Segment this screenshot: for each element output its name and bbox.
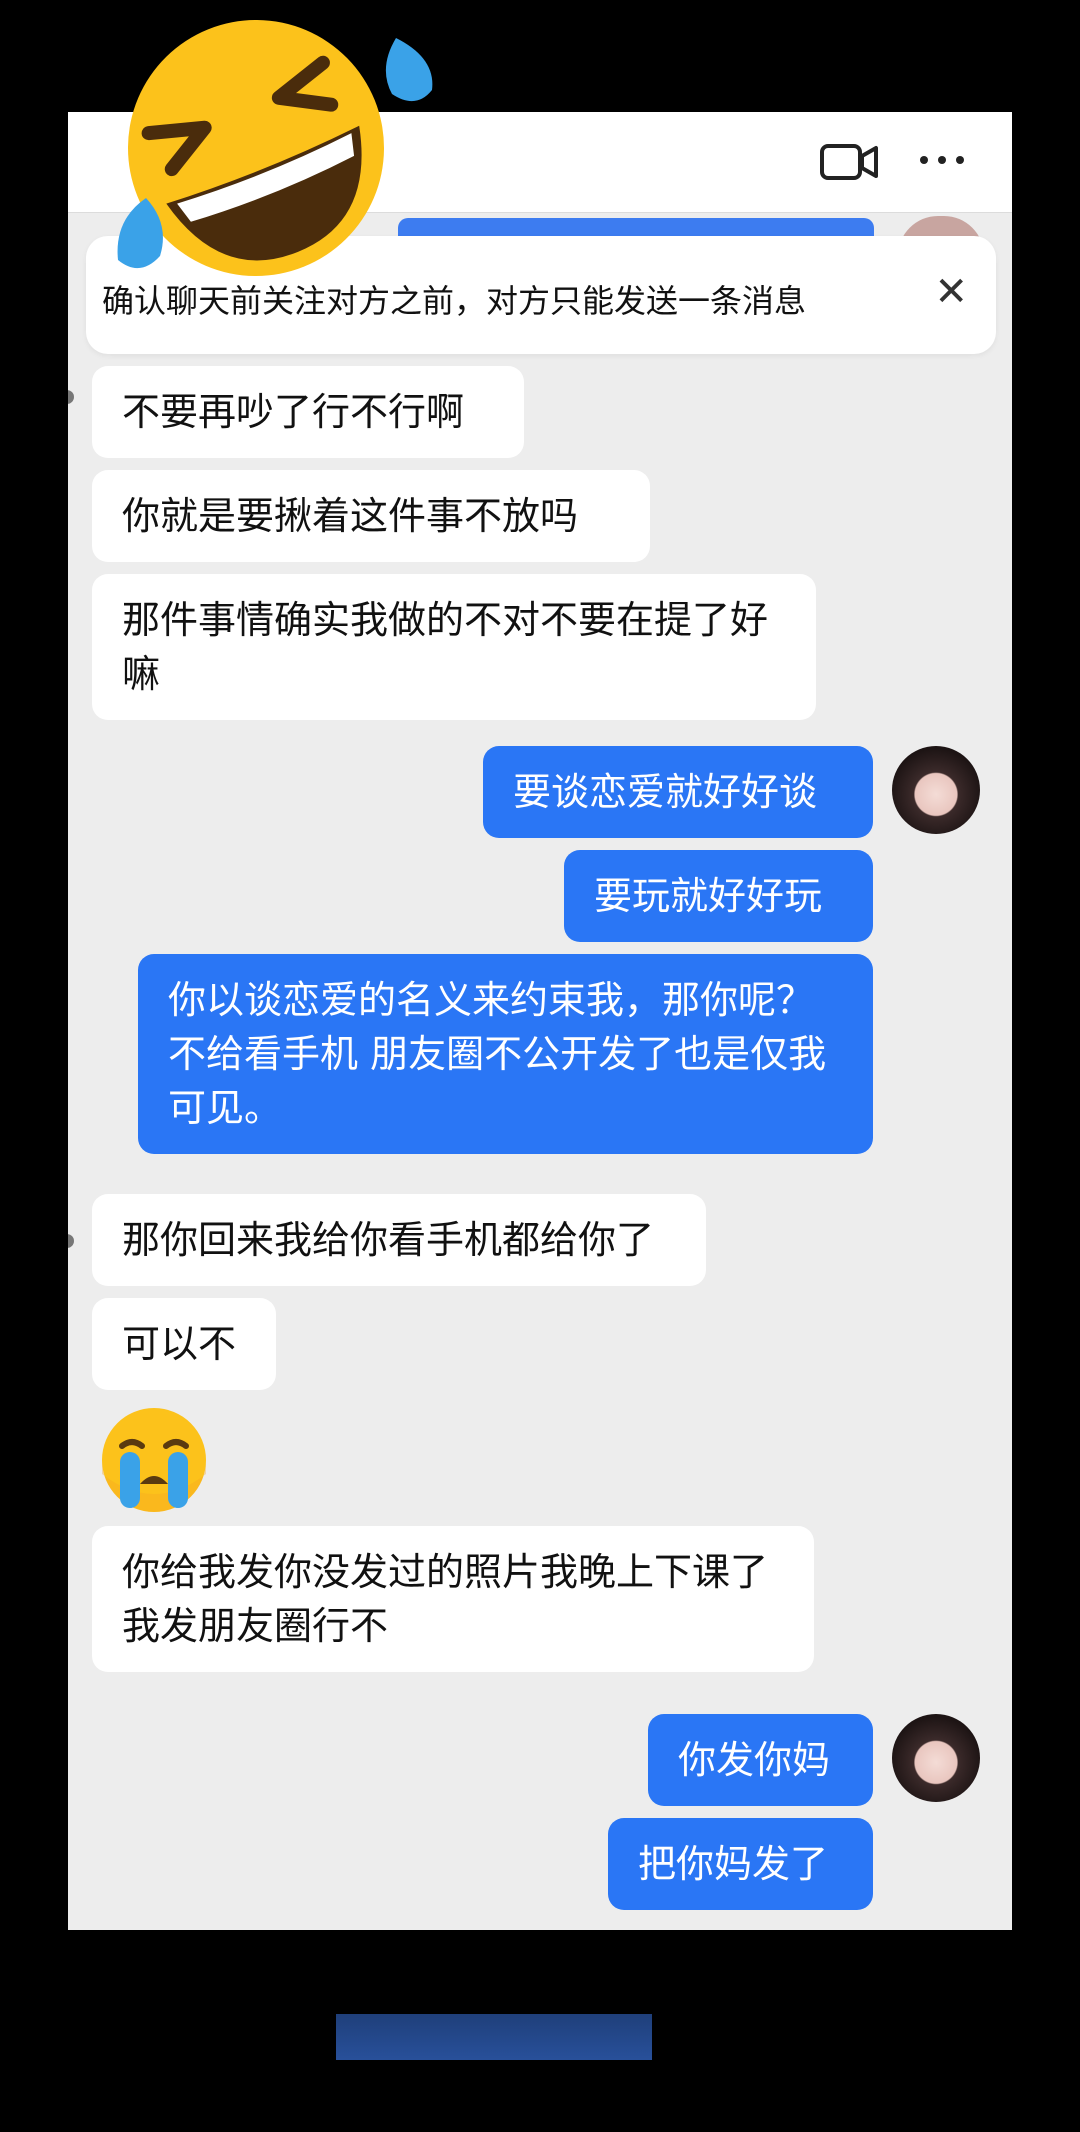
chat-screen: 确认聊天前关注对方之前，对方只能发送一条消息 ✕ 不要再吵了行不行啊 你就是要揪… [68,112,1012,1930]
more-dots-icon [920,156,964,164]
message-bubble: 你就是要揪着这件事不放吗 [92,470,650,562]
video-thumbnail [336,2014,652,2060]
message-bubble: 要谈恋爱就好好谈 [483,746,873,838]
message-bubble: 你发你妈 [648,1714,873,1806]
message-bubble: 可以不 [92,1298,276,1390]
message-bubble: 不要再吵了行不行啊 [92,366,524,458]
crying-face-icon [96,1404,212,1514]
rolling-laughing-face-icon [66,0,446,308]
video-call-button[interactable] [820,142,880,182]
cropped-avatar [68,390,74,404]
message-bubble: 那件事情确实我做的不对不要在提了好嘛 [92,574,816,720]
close-icon[interactable]: ✕ [934,268,968,316]
more-button[interactable] [920,156,972,170]
video-camera-icon [820,144,878,180]
message-bubble: 要玩就好好玩 [564,850,873,942]
message-bubble: 你给我发你没发过的照片我晚上下课了我发朋友圈行不 [92,1526,814,1672]
avatar[interactable] [892,746,980,834]
message-bubble: 把你妈发了 [608,1818,873,1910]
message-bubble: 那你回来我给你看手机都给你了 [92,1194,706,1286]
avatar[interactable] [892,1714,980,1802]
message-bubble: 你以谈恋爱的名义来约束我，那你呢？不给看手机 朋友圈不公开发了也是仅我可见。 [138,954,873,1154]
cropped-avatar [68,1234,74,1248]
